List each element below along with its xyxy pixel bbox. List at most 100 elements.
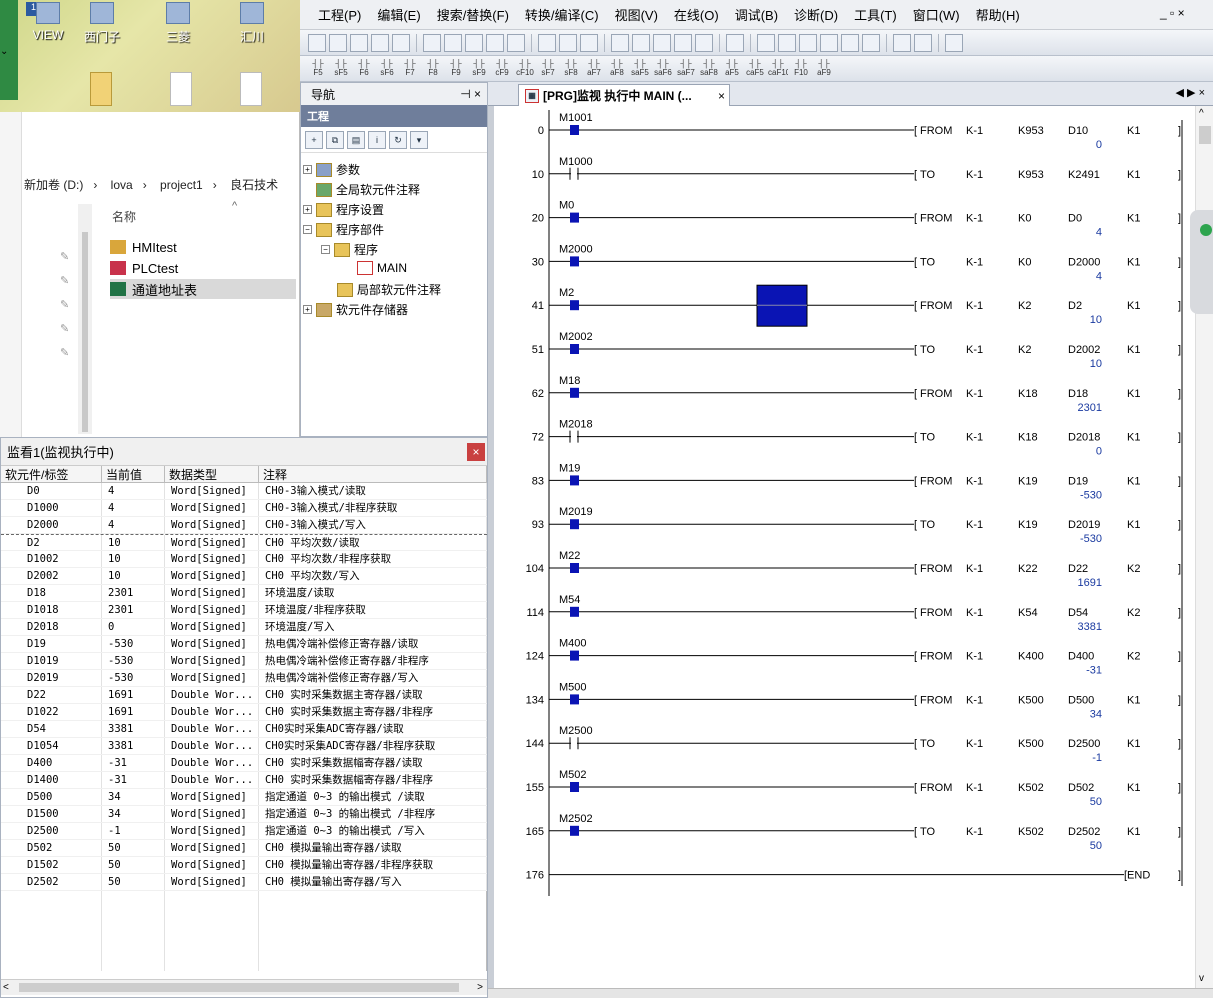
save-icon[interactable] (350, 33, 368, 52)
table-row[interactable]: D1002 10 Word[Signed] CH0 平均次数/非程序获取 (1, 551, 487, 568)
table-row[interactable]: D18 2301 Word[Signed] 环境温度/读取 (1, 585, 487, 602)
scroll-left-icon[interactable]: < (3, 982, 9, 993)
watch-icon[interactable] (893, 33, 911, 52)
ladder-key-button[interactable]: ┤├caF10 (768, 59, 788, 79)
tree-main[interactable]: MAIN (357, 261, 407, 275)
tab-nav-arrows[interactable]: ◀ ▶ × (1176, 86, 1205, 99)
table-row[interactable]: D22 1691 Double Wor... CH0 实时采集数据主寄存器/读取 (1, 687, 487, 704)
paste-icon[interactable]: ▤ (347, 130, 365, 149)
ladder-key-button[interactable]: ┤├ saF8 (699, 59, 719, 79)
ladder-key-button[interactable]: ┤├ sF6 (377, 59, 397, 79)
table-row[interactable]: D2018 0 Word[Signed] 环境温度/写入 (1, 619, 487, 636)
col-comment[interactable]: 注释 (259, 466, 487, 482)
tab-main-ladder[interactable]: ▦ [PRG]监视 执行中 MAIN (... × (518, 84, 730, 106)
horizontal-scrollbar[interactable]: < > (1, 979, 487, 995)
desktop-icon-mitsubishi[interactable]: 三菱 (148, 2, 208, 45)
sfc-icon[interactable] (778, 33, 796, 52)
monitor-icon[interactable] (674, 33, 692, 52)
tree-program-parts[interactable]: − 程序部件 (303, 221, 384, 238)
ladder-key-button[interactable]: ┤├ cF10 (515, 59, 535, 79)
table-row[interactable]: D1019 -530 Word[Signed] 热电偶冷端补偿修正寄存器/非程序 (1, 653, 487, 670)
help-icon[interactable] (945, 33, 963, 52)
table-row[interactable]: D1054 3381 Double Wor... CH0实时采集ADC寄存器/非程序获… (1, 738, 487, 755)
st-icon[interactable] (799, 33, 817, 52)
tree-parameter[interactable]: + 参数 (303, 161, 360, 178)
refresh-icon[interactable]: ↻ (389, 130, 407, 149)
scroll-up-icon[interactable]: ^ (1199, 108, 1204, 119)
nav-tab-project[interactable]: 工程 (301, 105, 487, 127)
expand-icon[interactable]: + (303, 165, 312, 174)
tree-global-comment[interactable]: 全局软元件注释 (316, 181, 420, 198)
ladder-key-button[interactable]: ┤├ aF5 (722, 59, 742, 79)
undo-icon[interactable] (486, 33, 504, 52)
window-controls[interactable]: _ ▫ × (1160, 6, 1185, 20)
ladder-key-button[interactable]: ┤├ aF9 (814, 59, 834, 79)
menu-item-10[interactable]: 帮助(H) (968, 5, 1028, 24)
table-row[interactable]: D2502 50 Word[Signed] CH0 模拟量输出寄存器/写入 (1, 874, 487, 891)
scroll-down-icon[interactable]: v (1199, 973, 1204, 984)
col-current-value[interactable]: 当前值 (102, 466, 165, 482)
expand-icon[interactable]: + (303, 305, 312, 314)
tree-local-comment[interactable]: 局部软元件注释 (337, 281, 441, 298)
side-widget[interactable] (1190, 210, 1213, 314)
desktop-icon-inovance[interactable]: 汇川 (222, 2, 282, 45)
table-row[interactable]: D19 -530 Word[Signed] 热电偶冷端补偿修正寄存器/读取 (1, 636, 487, 653)
paste-icon[interactable] (465, 33, 483, 52)
ladder-key-button[interactable]: ┤├ saF6 (653, 59, 673, 79)
search-icon[interactable] (914, 33, 932, 52)
pin-icon[interactable]: ✎ (60, 322, 69, 335)
ladder-key-button[interactable]: ┤├ saF7 (676, 59, 696, 79)
table-row[interactable]: D2500 -1 Word[Signed] 指定通道 0~3 的输出模式 /写入 (1, 823, 487, 840)
table-row[interactable]: D2000 4 Word[Signed] CH0-3输入模式/写入 (1, 517, 487, 534)
device-icon[interactable] (580, 33, 598, 52)
pin-icon[interactable]: ✎ (60, 298, 69, 311)
ladder-key-button[interactable]: ┤├ sF9 (469, 59, 489, 79)
pin-icon[interactable]: ✎ (60, 346, 69, 359)
table-row[interactable]: D2002 10 Word[Signed] CH0 平均次数/写入 (1, 568, 487, 585)
device-icon[interactable] (559, 33, 577, 52)
new-file-icon[interactable] (308, 33, 326, 52)
read-plc-icon[interactable] (632, 33, 650, 52)
file-item-plctest[interactable]: PLCtest (110, 258, 178, 278)
scroll-right-icon[interactable]: > (477, 982, 483, 993)
table-row[interactable]: D1500 34 Word[Signed] 指定通道 0~3 的输出模式 /非程序 (1, 806, 487, 823)
table-row[interactable]: D1400 -31 Double Wor... CH0 实时采集数据幅寄存器/非程序 (1, 772, 487, 789)
desktop-icon-siemens[interactable]: 西门子 (72, 2, 132, 45)
table-row[interactable]: D1022 1691 Double Wor... CH0 实时采集数据主寄存器/非程序 (1, 704, 487, 721)
monitor-icon[interactable] (695, 33, 713, 52)
table-row[interactable]: D502 50 Word[Signed] CH0 模拟量输出寄存器/读取 (1, 840, 487, 857)
table-row[interactable]: D500 34 Word[Signed] 指定通道 0~3 的输出模式 /读取 (1, 789, 487, 806)
ladder-key-button[interactable]: ┤├ cF9 (492, 59, 512, 79)
tree-program[interactable]: − 程序 (321, 241, 378, 258)
ladder-key-button[interactable]: ┤├ saF5 (630, 59, 650, 79)
print-icon[interactable] (371, 33, 389, 52)
breadcrumb-folder[interactable]: project1 (160, 178, 203, 192)
desktop-icon-view[interactable]: VIEW (18, 2, 78, 42)
menu-item-9[interactable]: 窗口(W) (905, 5, 968, 24)
property-icon[interactable]: i (368, 130, 386, 149)
scrollbar-thumb[interactable] (19, 983, 459, 992)
copy-icon[interactable]: ⧉ (326, 130, 344, 149)
menu-item-0[interactable]: 工程(P) (310, 5, 369, 24)
ladder-key-button[interactable]: ┤├ sF5 (331, 59, 351, 79)
breadcrumb-drive[interactable]: 新加卷 (D:) (24, 178, 83, 192)
menu-item-8[interactable]: 工具(T) (846, 5, 905, 24)
device-icon[interactable] (841, 33, 859, 52)
tree-device-memory[interactable]: + 软元件存储器 (303, 301, 408, 318)
table-row[interactable]: D400 -31 Double Wor... CH0 实时采集数据幅寄存器/读取 (1, 755, 487, 772)
chevron-down-icon[interactable]: ⌄ (0, 46, 14, 66)
file-item-hmitest[interactable]: HMItest (110, 237, 177, 257)
menu-item-2[interactable]: 搜索/替换(F) (429, 5, 517, 24)
ladder-key-button[interactable]: ┤├ F9 (446, 59, 466, 79)
device-icon[interactable] (820, 33, 838, 52)
menu-item-7[interactable]: 诊断(D) (786, 5, 846, 24)
tree-program-setting[interactable]: + 程序设置 (303, 201, 384, 218)
menu-item-5[interactable]: 在线(O) (666, 5, 727, 24)
scrollbar-thumb[interactable] (1199, 126, 1211, 144)
ladder-key-button[interactable]: ┤├ aF7 (584, 59, 604, 79)
pin-icon[interactable]: ✎ (60, 274, 69, 287)
redo-icon[interactable] (507, 33, 525, 52)
filter-icon[interactable]: ▾ (410, 130, 428, 149)
column-header-name[interactable]: 名称 (112, 208, 136, 225)
table-row[interactable]: D2019 -530 Word[Signed] 热电偶冷端补偿修正寄存器/写入 (1, 670, 487, 687)
